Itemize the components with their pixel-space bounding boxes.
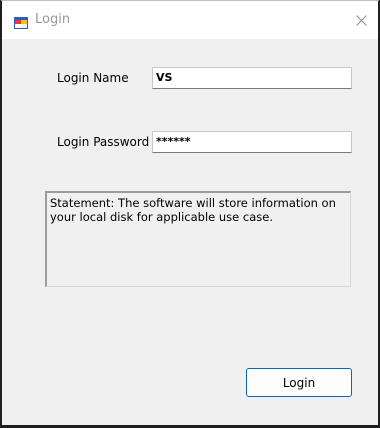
window-title: Login — [35, 12, 71, 27]
login-password-label: Login Password — [57, 135, 150, 149]
title-bar[interactable]: Login — [2, 1, 378, 39]
login-button[interactable]: Login — [246, 368, 352, 397]
login-name-label: Login Name — [57, 71, 129, 85]
statement-textbox: Statement: The software will store infor… — [45, 191, 351, 287]
close-icon — [355, 14, 367, 26]
login-name-field[interactable]: VS — [152, 67, 352, 89]
close-button[interactable] — [350, 9, 372, 31]
login-dialog: Login Login Name VS Login Password *****… — [0, 0, 380, 428]
login-password-field[interactable]: ****** — [152, 131, 352, 153]
app-window-icon — [14, 14, 28, 29]
